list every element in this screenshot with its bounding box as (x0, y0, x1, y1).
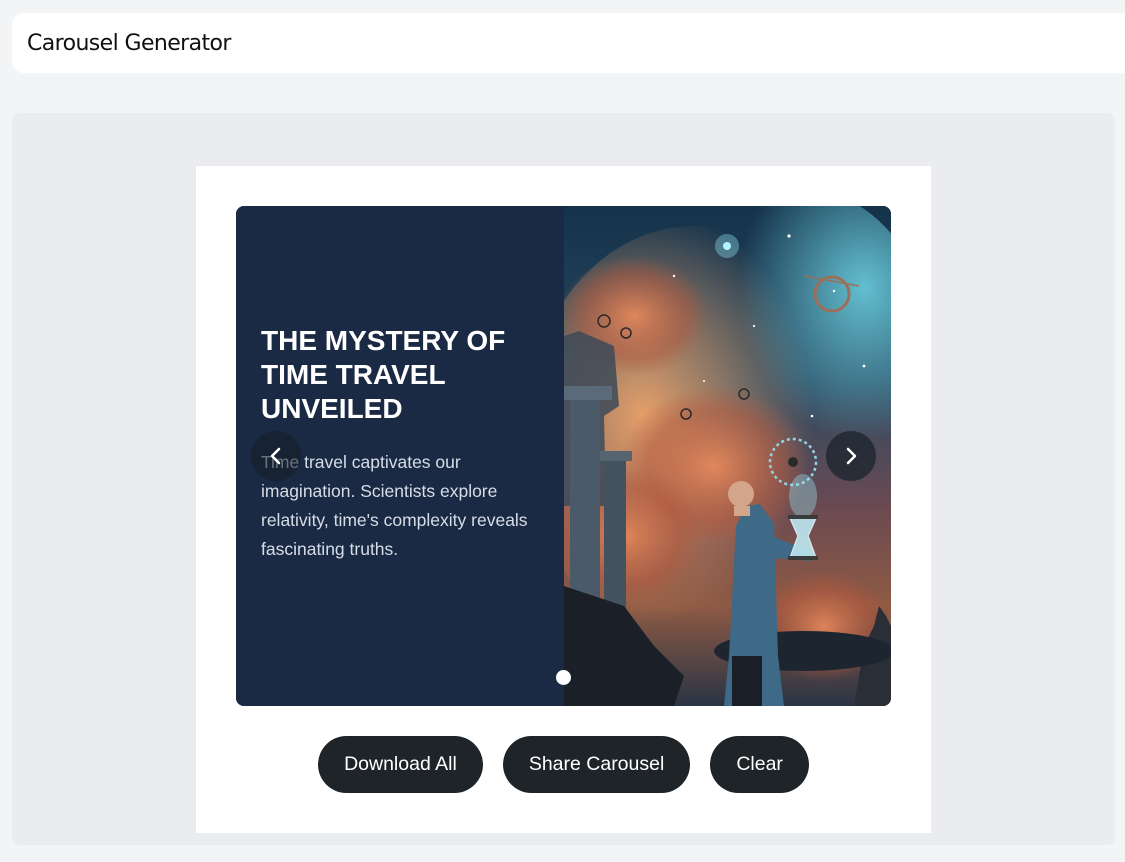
slide-indicator-dot[interactable] (556, 670, 571, 685)
next-slide-button[interactable] (826, 431, 876, 481)
slide-title: The Mystery of Time Travel Unveiled (261, 325, 506, 424)
share-carousel-button[interactable]: Share Carousel (502, 736, 691, 793)
carousel-actions: Download All Share Carousel Clear (196, 736, 931, 793)
carousel-slide: The Mystery of Time Travel Unveiled Time… (236, 206, 891, 706)
download-all-button[interactable]: Download All (318, 736, 483, 793)
carousel-card: The Mystery of Time Travel Unveiled Time… (196, 166, 931, 833)
prev-slide-button[interactable] (251, 431, 301, 481)
chevron-right-icon (846, 447, 857, 465)
clear-button[interactable]: Clear (710, 736, 809, 793)
app-header: Carousel Generator (12, 13, 1125, 73)
workspace: The Mystery of Time Travel Unveiled Time… (12, 113, 1115, 845)
slide-indicators (236, 670, 891, 685)
slide-body: Time travel captivates our imagination. … (261, 452, 528, 559)
chevron-left-icon (270, 447, 281, 465)
app-title: Carousel Generator (27, 30, 231, 56)
